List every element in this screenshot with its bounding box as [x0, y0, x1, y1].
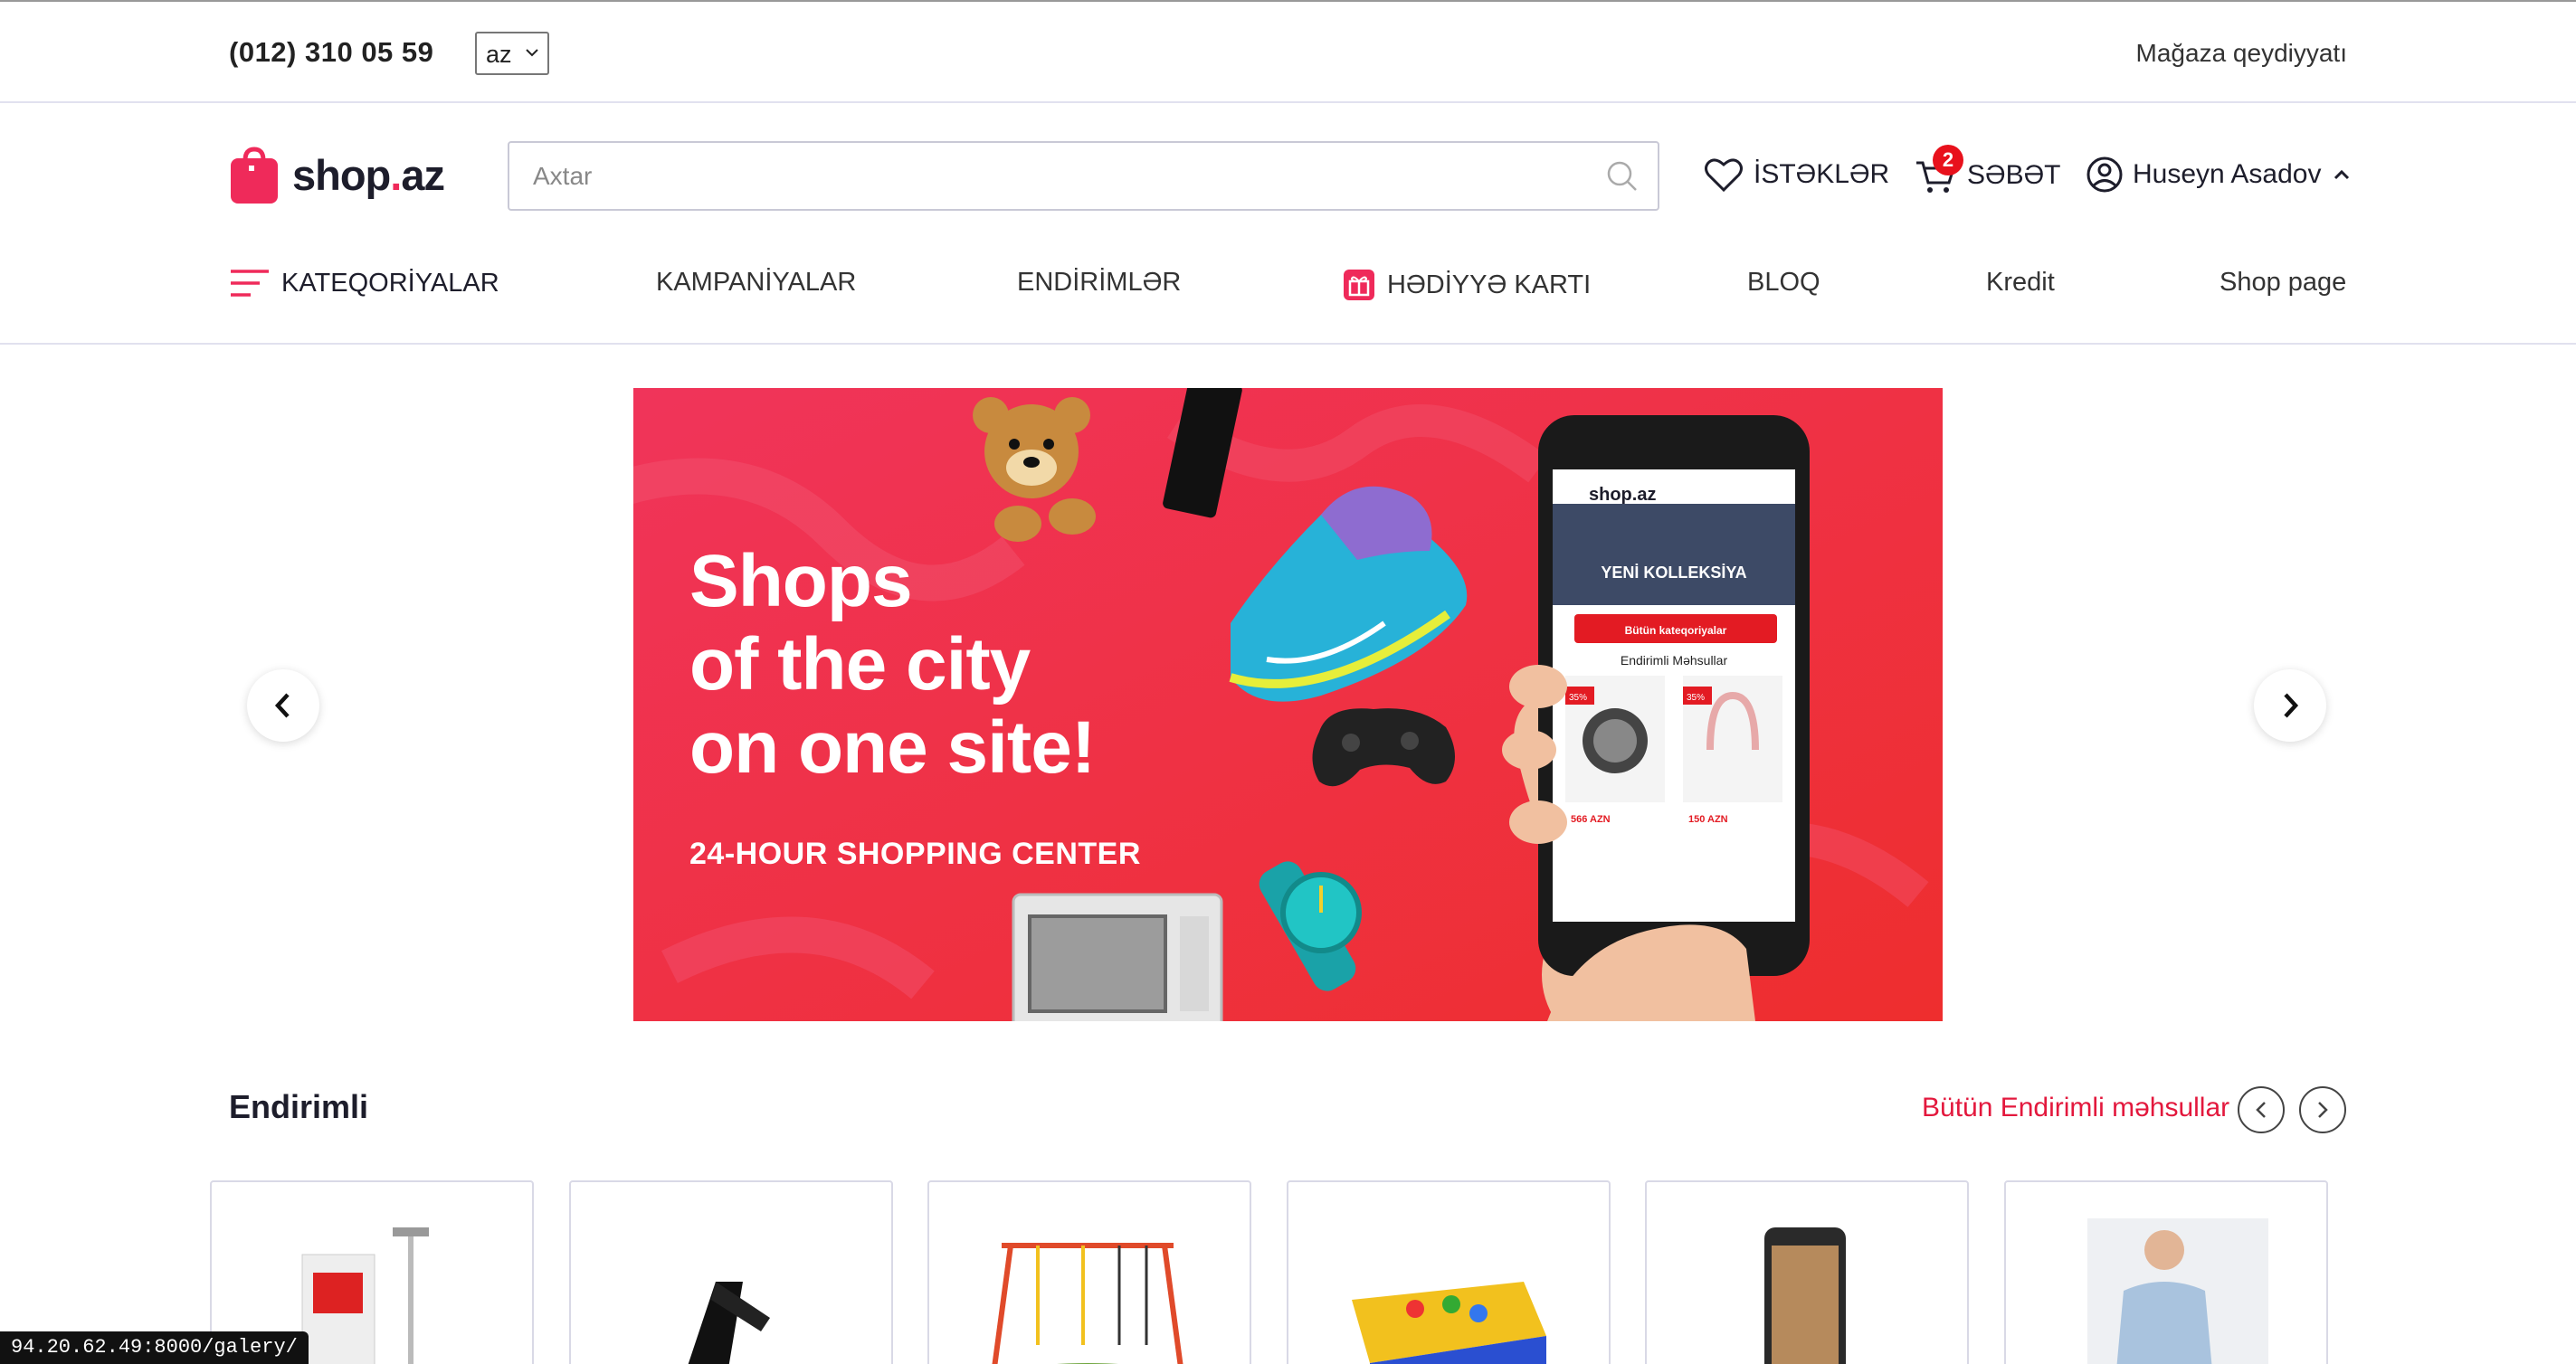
shopping-bag-logo-icon [229, 146, 280, 204]
phone-number[interactable]: (012) 310 05 59 [229, 36, 433, 69]
phone-price-2: 150 AZN [1688, 814, 1728, 825]
search-box [508, 141, 1659, 211]
nav-gift-card-label: HƏDİYYƏ KARTI [1387, 270, 1592, 299]
menu-icon [231, 270, 269, 297]
phone-discount-text-2: 35% [1687, 693, 1705, 703]
banner-subtitle: 24-HOUR SHOPPING CENTER [689, 837, 1141, 871]
user-name: Huseyn Asadov [2133, 159, 2322, 189]
chevron-down-icon [525, 43, 539, 63]
section-title: Endirimli [229, 1088, 369, 1125]
cart-count-badge: 2 [1933, 145, 1963, 175]
heart-icon [1705, 158, 1743, 193]
search-input[interactable] [509, 143, 1550, 209]
nav-categories[interactable]: KATEQORİYALAR [229, 268, 499, 298]
all-discounted-link[interactable]: Bütün Endirimli məhsullar [1922, 1093, 2229, 1123]
products-prev-button[interactable] [2238, 1086, 2285, 1133]
wishlist-link[interactable]: İSTƏKLƏR [1703, 156, 1889, 194]
product-card[interactable] [1645, 1180, 1969, 1364]
phone-section-text: Endirimli Məhsullar [1621, 653, 1728, 668]
page: (012) 310 05 59 az Mağaza qeydiyyatı sho… [0, 0, 2576, 1364]
top-bar: (012) 310 05 59 az Mağaza qeydiyyatı [0, 0, 2576, 103]
chevron-up-icon [2334, 169, 2350, 180]
product-card[interactable] [1287, 1180, 1611, 1364]
banner-next-button[interactable] [2254, 669, 2326, 742]
product-card[interactable] [927, 1180, 1251, 1364]
nav-blog[interactable]: BLOQ [1747, 268, 1820, 298]
user-menu[interactable]: Huseyn Asadov [2086, 156, 2359, 194]
search-icon[interactable] [1605, 159, 1640, 194]
logo[interactable]: shop.az [229, 143, 445, 206]
product-card[interactable] [2004, 1180, 2328, 1364]
chevron-left-icon [274, 693, 290, 718]
wishlist-label: İSTƏKLƏR [1754, 159, 1890, 189]
nav-campaigns[interactable]: KAMPANİYALAR [656, 268, 856, 298]
phone-price-1: 566 AZN [1571, 814, 1611, 825]
store-register-link[interactable]: Mağaza qeydiyyatı [2136, 39, 2347, 68]
shirt-image [2087, 1218, 2268, 1364]
phone-logo: shop.az [1589, 485, 1656, 505]
banner-prev-button[interactable] [247, 669, 319, 742]
product-carousel [210, 1180, 2372, 1364]
nav-shop-page[interactable]: Shop page [2220, 268, 2346, 298]
cart-icon-wrap: 2 [1915, 145, 1963, 195]
tablet-stand-image [688, 1282, 770, 1364]
banner-title: Shops of the city on one site! [689, 540, 1096, 789]
chevron-right-icon [2318, 1102, 2328, 1118]
phone-discount-text-1: 35% [1569, 693, 1587, 703]
nav-credit[interactable]: Kredit [1986, 268, 2055, 298]
smartphone-image [1764, 1227, 1846, 1364]
chevron-left-icon [2256, 1102, 2266, 1118]
language-value: az [486, 41, 512, 68]
chevron-right-icon [2284, 693, 2299, 718]
ball-pool-image [1352, 1282, 1546, 1364]
microwave [1012, 893, 1223, 1021]
nav-gift-card[interactable]: HƏDİYYƏ KARTI [1342, 268, 1591, 302]
status-bar-url: 94.20.62.49:8000/galery/ [0, 1331, 309, 1364]
header: shop.az İSTƏKLƏR 2 SƏBƏT Huseyn Asadov [0, 103, 2576, 345]
cart-label: SƏBƏT [1967, 160, 2061, 190]
logo-text: shop.az [292, 150, 445, 199]
hand-holding-phone [1502, 415, 1810, 1021]
swing-set-image [992, 1243, 1183, 1364]
products-next-button[interactable] [2299, 1086, 2346, 1133]
nav-discounts[interactable]: ENDİRİMLƏR [1017, 268, 1181, 298]
language-select[interactable]: az [475, 32, 549, 75]
gift-icon [1344, 270, 1374, 300]
main-nav: KATEQORİYALAR KAMPANİYALAR ENDİRİMLƏR HƏ… [229, 257, 2347, 311]
product-card[interactable] [569, 1180, 893, 1364]
phone-banner-text: YENİ KOLLEKSİYA [1601, 564, 1746, 582]
nav-categories-label: KATEQORİYALAR [281, 268, 499, 298]
hero-banner[interactable]: shop.az YENİ KOLLEKSİYA Bütün kateqoriya… [633, 388, 1943, 1021]
phone-button-text: Bütün kateqoriyalar [1625, 624, 1727, 637]
cart-link[interactable]: 2 SƏBƏT [1915, 145, 2061, 195]
user-icon [2086, 156, 2123, 193]
